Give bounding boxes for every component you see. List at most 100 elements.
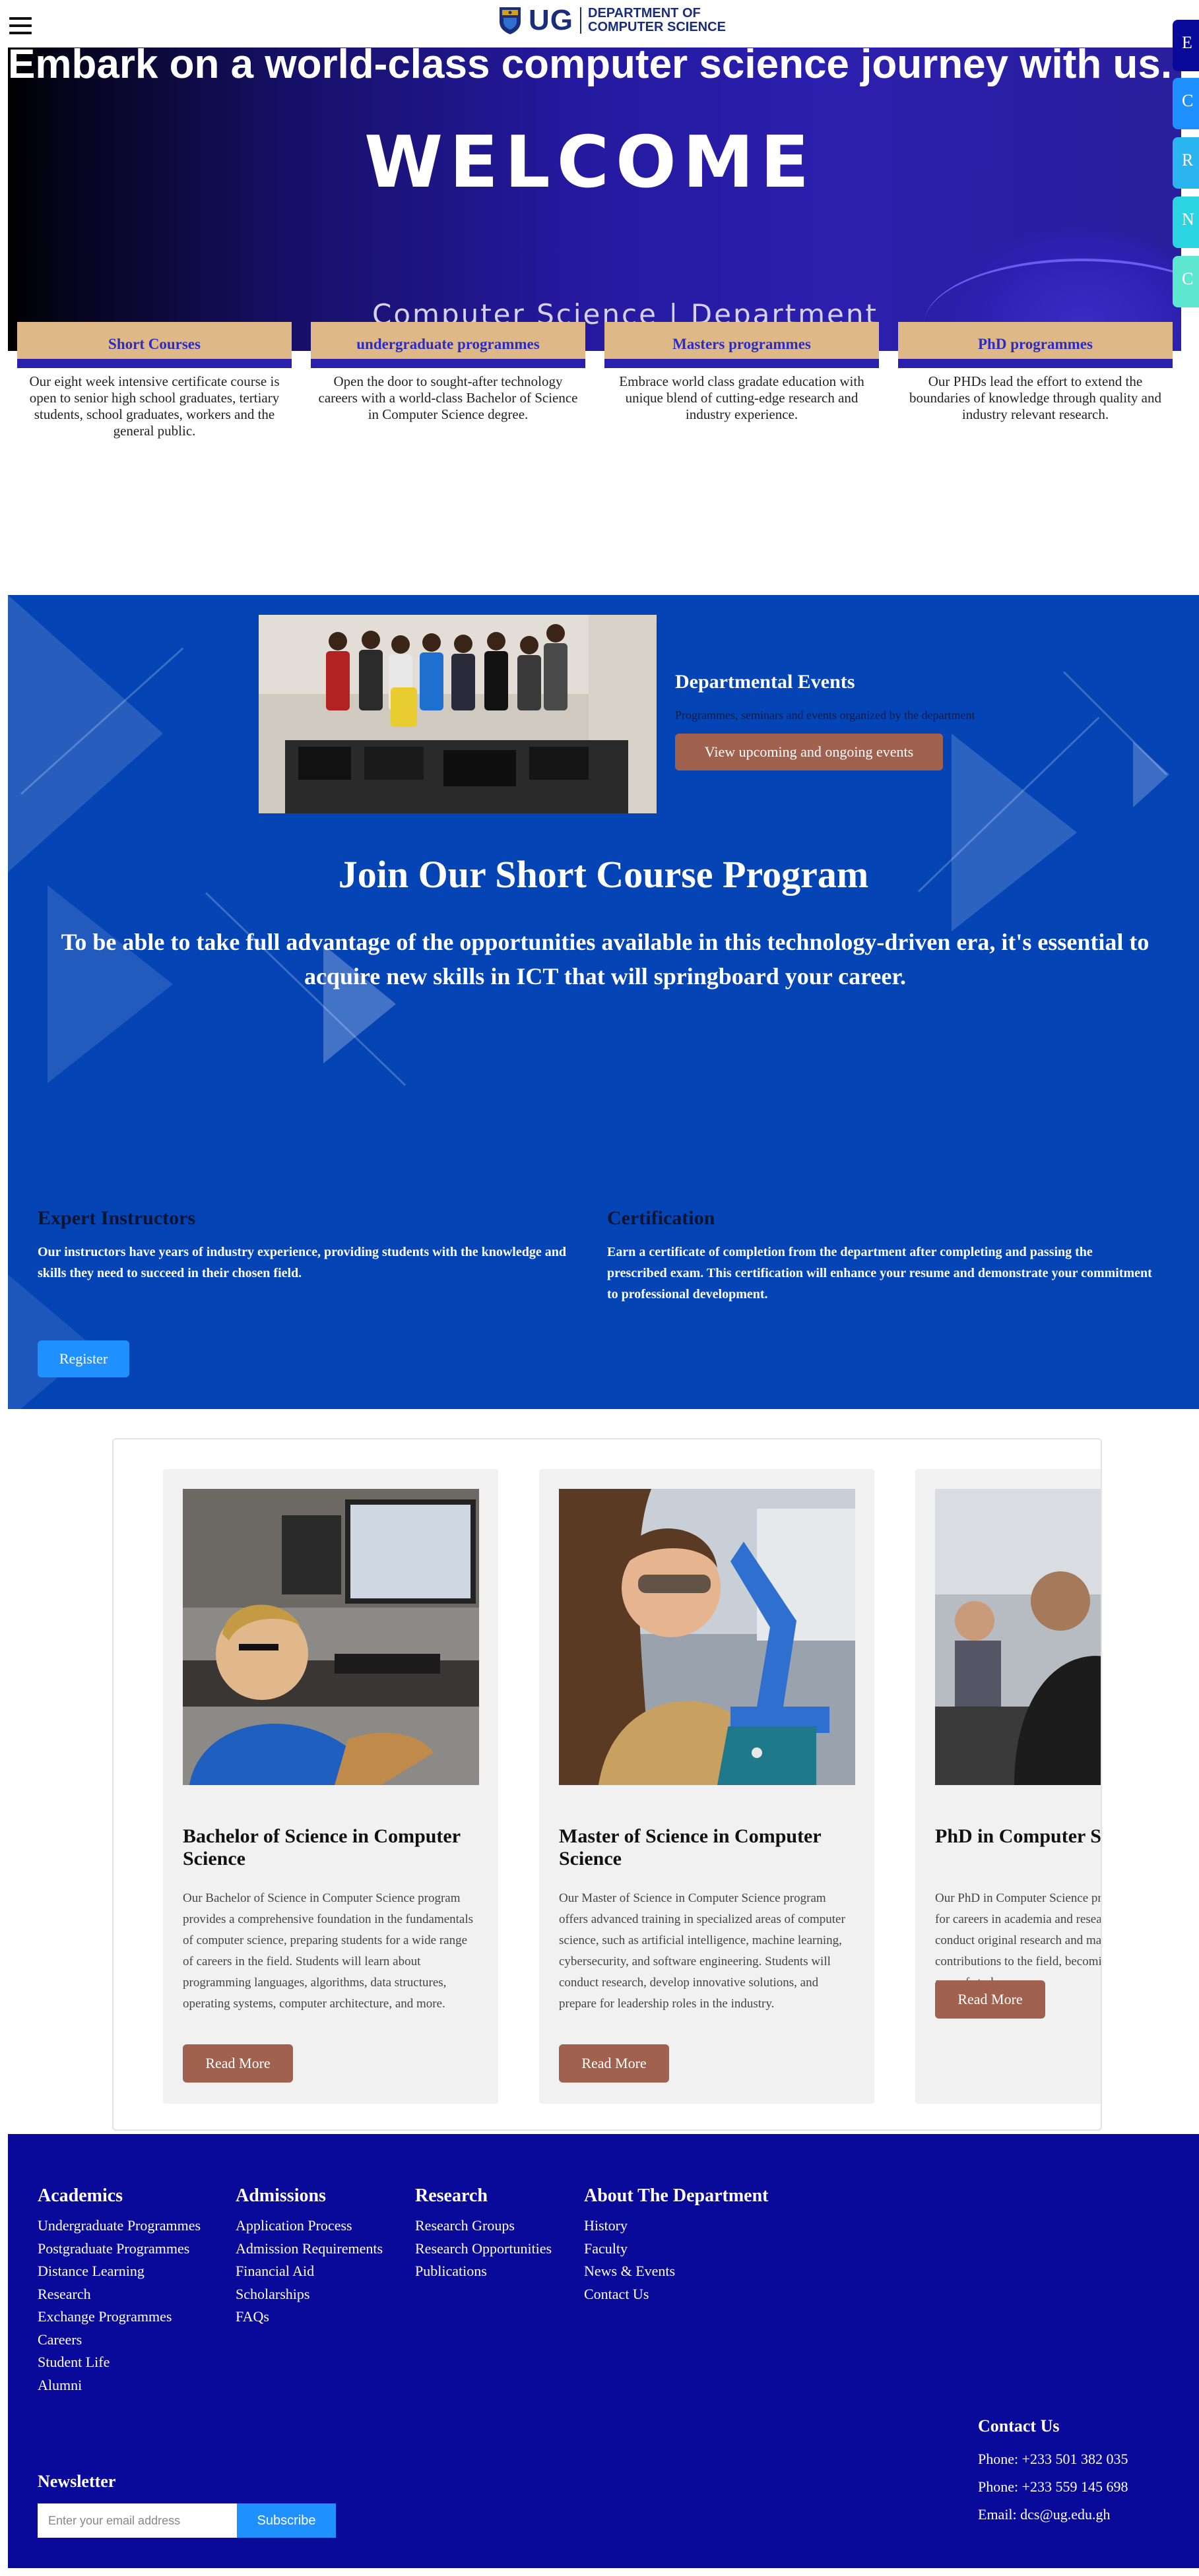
footer-link[interactable]: FAQs: [236, 2306, 383, 2329]
program-description: Our PHDs lead the effort to extend the b…: [909, 373, 1161, 422]
side-button-4[interactable]: N: [1173, 197, 1199, 248]
program-tab-label: Short Courses: [108, 336, 201, 352]
contact-phone-2: Phone: +233 559 145 698: [978, 2478, 1128, 2495]
program-tab-label: undergraduate programmes: [356, 336, 540, 352]
footer-link[interactable]: Application Process: [236, 2215, 383, 2238]
footer-contact: Contact Us Phone: +233 501 382 035 Phone…: [978, 2416, 1128, 2529]
logo-ug-text: UG: [529, 4, 573, 36]
footer-column-title: Research: [415, 2185, 488, 2206]
degree-title: PhD in Computer Science: [935, 1825, 1101, 1847]
footer-column-title: Academics: [38, 2185, 123, 2206]
decorative-triangle: [1133, 741, 1169, 807]
degree-description: Our Master of Science in Computer Scienc…: [559, 1891, 845, 2011]
side-button-3[interactable]: R: [1173, 137, 1199, 189]
footer-link[interactable]: Undergraduate Programmes: [38, 2215, 201, 2238]
footer-link[interactable]: Admission Requirements: [236, 2238, 383, 2261]
site-logo[interactable]: UG DEPARTMENT OF COMPUTER SCIENCE: [498, 4, 726, 37]
logo-divider: [580, 7, 581, 34]
side-button-3-label: R: [1182, 150, 1194, 170]
hero-welcome-text: WELCOME: [364, 121, 816, 204]
site-footer: Academics Undergraduate Programmes Postg…: [8, 2134, 1199, 2568]
footer-link[interactable]: Contact Us: [584, 2283, 768, 2306]
footer-link[interactable]: Exchange Programmes: [38, 2306, 201, 2329]
phd-degree-photo: [935, 1489, 1101, 1785]
master-degree-photo: [559, 1489, 855, 1785]
program-tab-label: Masters programmes: [672, 336, 811, 352]
departmental-events-photo: [259, 615, 657, 813]
footer-link[interactable]: Distance Learning: [38, 2260, 201, 2283]
degree-title: Bachelor of Science in Computer Science: [183, 1825, 461, 1869]
feature-text-instructors: Our instructors have years of industry e…: [38, 1245, 566, 1280]
program-description: Embrace world class gradate education wi…: [619, 373, 864, 422]
read-more-button[interactable]: Read More: [935, 1980, 1045, 2019]
footer-link[interactable]: Careers: [38, 2329, 201, 2352]
footer-link[interactable]: Postgraduate Programmes: [38, 2238, 201, 2261]
university-crest-icon: [500, 7, 521, 34]
degree-description: Our Bachelor of Science in Computer Scie…: [183, 1891, 474, 2011]
feature-title-instructors: Expert Instructors: [38, 1207, 196, 1229]
side-button-2[interactable]: C: [1173, 78, 1199, 129]
program-card-short-courses: Short Courses Our eight week intensive c…: [17, 322, 292, 439]
register-button[interactable]: Register: [38, 1340, 129, 1377]
footer-link[interactable]: Research Opportunities: [415, 2238, 552, 2261]
newsletter-email-input[interactable]: [38, 2503, 237, 2538]
read-more-button[interactable]: Read More: [183, 2044, 293, 2083]
program-card-undergraduate: undergraduate programmes Open the door t…: [311, 322, 585, 423]
bachelor-degree-photo: [183, 1489, 479, 1785]
degree-carousel[interactable]: Bachelor of Science in Computer Science …: [112, 1438, 1102, 2131]
program-card-masters: Masters programmes Embrace world class g…: [604, 322, 879, 423]
side-button-5[interactable]: C: [1173, 256, 1199, 307]
feature-title-certification: Certification: [607, 1207, 715, 1229]
side-button-4-label: N: [1182, 210, 1194, 229]
program-tab-masters[interactable]: Masters programmes: [604, 322, 879, 368]
degree-card-phd: PhD in Computer Science Our PhD in Compu…: [915, 1469, 1102, 2104]
view-events-button[interactable]: View upcoming and ongoing events: [675, 734, 943, 770]
contact-title: Contact Us: [978, 2416, 1060, 2435]
footer-column-research: Research Research Groups Research Opport…: [415, 2185, 552, 2283]
footer-link[interactable]: Scholarships: [236, 2283, 383, 2306]
program-tab-label: PhD programmes: [978, 336, 1093, 352]
footer-column-academics: Academics Undergraduate Programmes Postg…: [38, 2185, 201, 2397]
program-description: Our eight week intensive certificate cou…: [29, 373, 280, 439]
footer-link[interactable]: Publications: [415, 2260, 552, 2283]
footer-link[interactable]: Student Life: [38, 2351, 201, 2374]
footer-column-title: About The Department: [584, 2185, 769, 2206]
footer-link[interactable]: History: [584, 2215, 768, 2238]
short-course-title: Join Our Short Course Program: [338, 853, 869, 896]
footer-column-admissions: Admissions Application Process Admission…: [236, 2185, 383, 2329]
program-tab-phd[interactable]: PhD programmes: [898, 322, 1173, 368]
contact-phone-1: Phone: +233 501 382 035: [978, 2451, 1128, 2467]
footer-link[interactable]: Alumni: [38, 2374, 201, 2397]
logo-dept-line2: COMPUTER SCIENCE: [588, 20, 726, 34]
newsletter-title: Newsletter: [38, 2472, 116, 2491]
events-title: Departmental Events: [675, 671, 855, 693]
contact-email[interactable]: Email: dcs@ug.edu.gh: [978, 2501, 1128, 2529]
program-card-phd: PhD programmes Our PHDs lead the effort …: [898, 322, 1173, 423]
subscribe-button[interactable]: Subscribe: [237, 2503, 336, 2538]
short-course-intro: To be able to take full advantage of the…: [61, 929, 1150, 990]
program-tab-undergraduate[interactable]: undergraduate programmes: [311, 322, 585, 368]
short-course-section: Departmental Events Programmes, seminars…: [8, 595, 1199, 1409]
program-tab-short-courses[interactable]: Short Courses: [17, 322, 292, 368]
footer-link[interactable]: Research Groups: [415, 2215, 552, 2238]
degree-description: Our PhD in Computer Science program prep…: [935, 1891, 1102, 1990]
menu-toggle-icon[interactable]: [9, 17, 32, 37]
side-button-2-label: C: [1182, 91, 1194, 110]
hero-headline: Embark on a world-class computer science…: [8, 42, 1173, 87]
side-button-1-label: E: [1182, 33, 1192, 52]
footer-link[interactable]: Financial Aid: [236, 2260, 383, 2283]
read-more-button[interactable]: Read More: [559, 2044, 669, 2083]
footer-link[interactable]: News & Events: [584, 2260, 768, 2283]
decorative-line: [1062, 671, 1167, 776]
logo-department-name: DEPARTMENT OF COMPUTER SCIENCE: [588, 7, 726, 34]
program-description: Open the door to sought-after technology…: [318, 373, 578, 422]
footer-column-about: About The Department History Faculty New…: [584, 2185, 768, 2306]
degree-card-bachelor: Bachelor of Science in Computer Science …: [163, 1469, 498, 2104]
footer-link[interactable]: Research: [38, 2283, 201, 2306]
footer-link[interactable]: Faculty: [584, 2238, 768, 2261]
degree-card-master: Master of Science in Computer Science Ou…: [539, 1469, 874, 2104]
decorative-triangle: [952, 734, 1077, 931]
hero-banner: WELCOME Computer Science | Department: [8, 47, 1181, 351]
side-button-1[interactable]: E: [1173, 20, 1199, 71]
footer-column-title: Admissions: [236, 2185, 326, 2206]
